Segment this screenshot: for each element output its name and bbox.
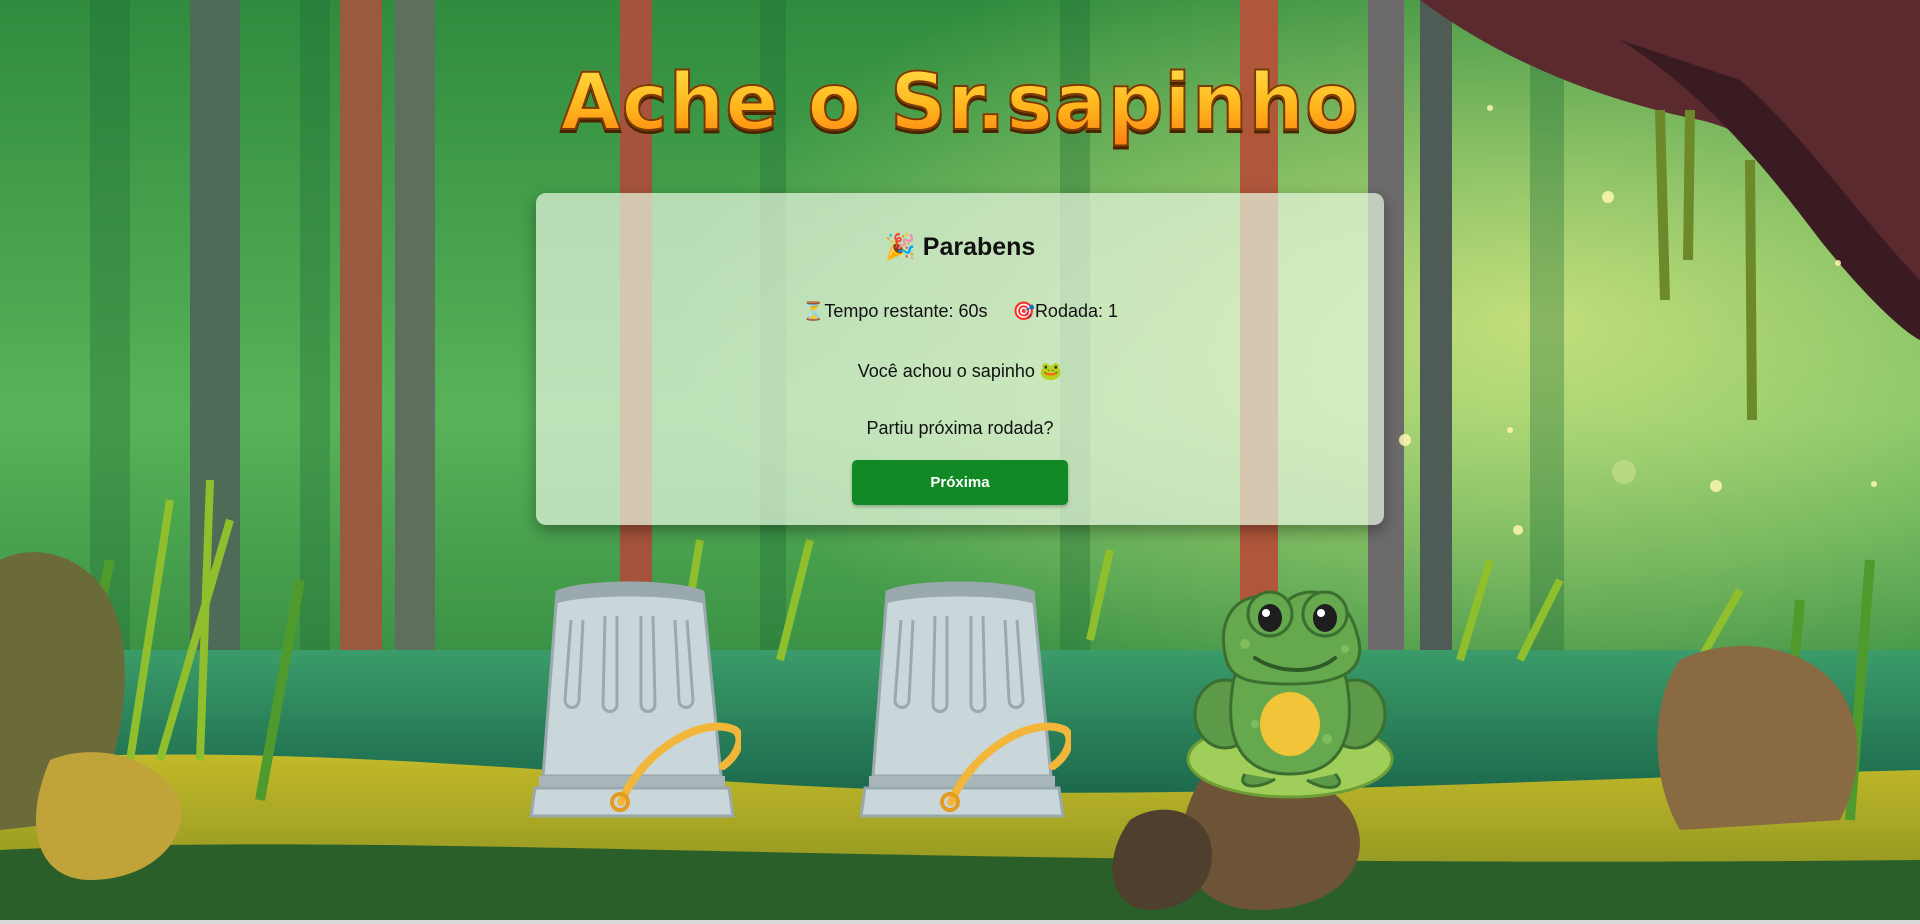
bucket-icon[interactable]: [523, 580, 741, 822]
result-message: Você achou o sapinho 🐸: [857, 361, 1063, 381]
hourglass-icon: ⏳: [801, 301, 825, 321]
result-heading: 🎉 Parabens: [536, 233, 1384, 262]
frog-icon[interactable]: [1185, 574, 1395, 802]
timer: ⏳Tempo restante: 60s: [802, 301, 993, 321]
party-popper-icon: 🎉: [884, 233, 916, 261]
game-title: Ache o Sr.sapinho: [0, 57, 1920, 149]
result-heading-text: Parabens: [922, 233, 1036, 261]
round-text: Rodada: 1: [1034, 301, 1119, 321]
next-round-prompt: Partiu próxima rodada?: [866, 418, 1054, 438]
stats-row: ⏳Tempo restante: 60s 🎯Rodada: 1: [536, 301, 1384, 322]
bottom-bar: [0, 920, 1920, 924]
round: 🎯Rodada: 1: [1013, 301, 1119, 321]
next-round-button[interactable]: Próxima: [852, 460, 1068, 505]
target-icon: 🎯: [1012, 301, 1035, 321]
result-panel: 🎉 Parabens ⏳Tempo restante: 60s 🎯Rodada:…: [536, 193, 1384, 525]
game-scene: Ache o Sr.sapinho 🎉 Parabens ⏳Tempo rest…: [0, 0, 1920, 924]
timer-text: Tempo restante: 60s: [824, 301, 988, 321]
bucket-icon[interactable]: [853, 580, 1071, 822]
